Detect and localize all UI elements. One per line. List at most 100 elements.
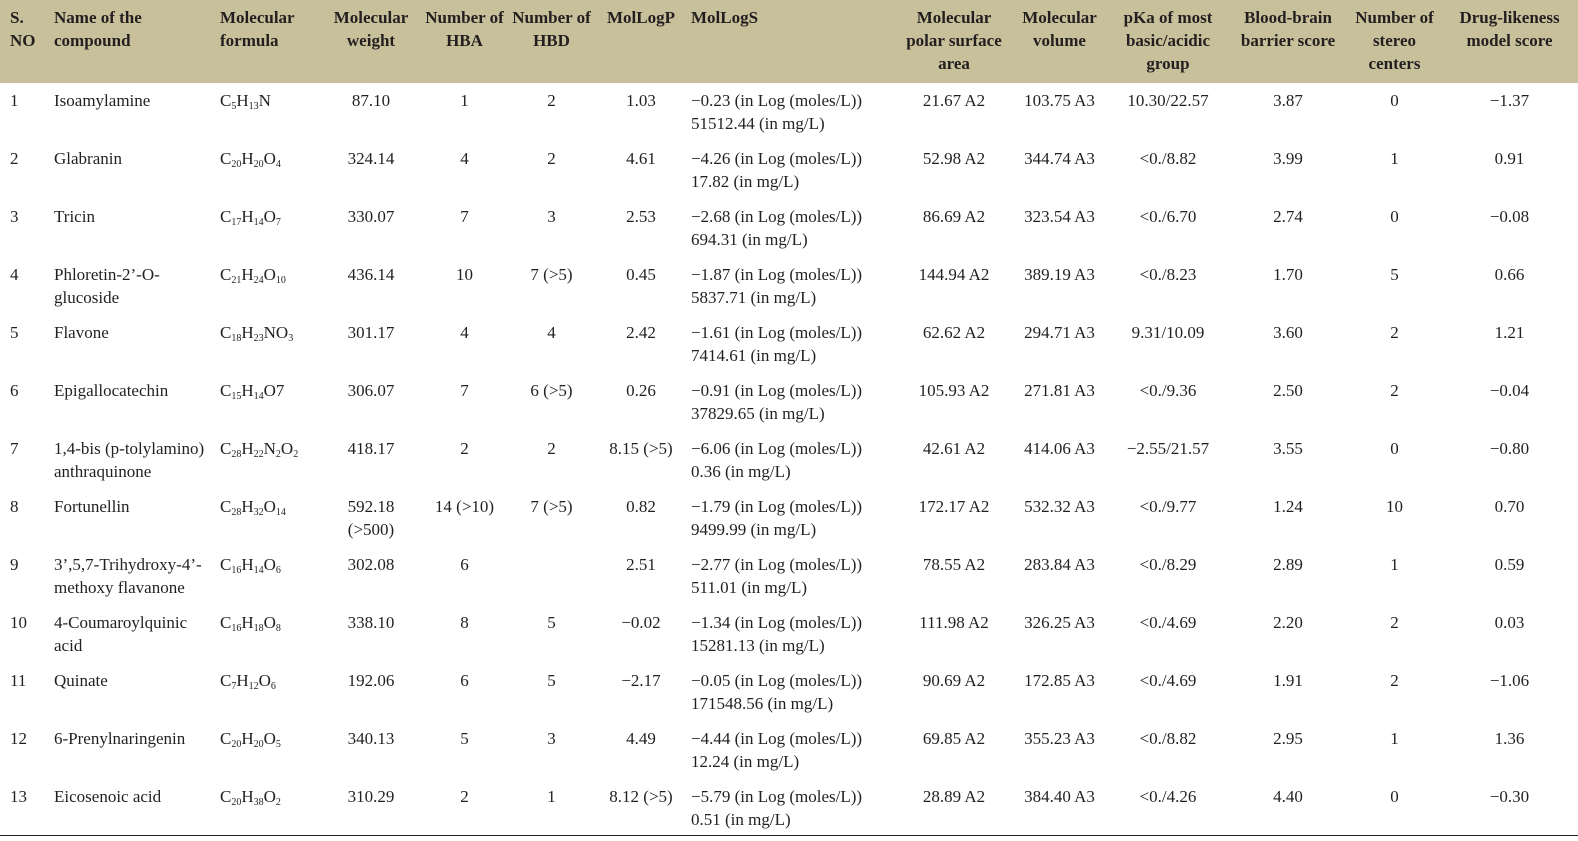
mollogs-log-value: −1.61 (in Log (moles/L)) <box>691 323 863 342</box>
header-cell: Number of stereo centers <box>1355 8 1434 73</box>
header-cell: Blood-brain barrier score <box>1240 8 1336 50</box>
formula-element: O <box>280 439 294 458</box>
formula-subscript: 18 <box>253 623 264 634</box>
drug-cell: 0.59 <box>1494 555 1525 574</box>
mollogs-cell: −2.77 (in Log (moles/L)) 511.01 (in mg/L) <box>687 547 897 605</box>
mw-cell: 324.14 <box>347 149 395 168</box>
formula-cell: C5H13N <box>216 83 321 141</box>
mw-cell: 301.17 <box>347 323 395 342</box>
formula-subscript: 3 <box>288 333 294 344</box>
pka-cell: −2.55/21.57 <box>1126 439 1210 458</box>
formula-element: C <box>220 439 232 458</box>
table-row: 7 1,4-bis (p-tolylamino) anthraquinone C28… <box>0 431 1578 489</box>
vol-cell: 414.06 A3 <box>1024 439 1095 458</box>
formula-element: H <box>241 381 254 400</box>
drug-cell: 0.70 <box>1494 497 1525 516</box>
mollogs-cell: −4.44 (in Log (moles/L)) 12.24 (in mg/L) <box>687 721 897 779</box>
no-cell: 3 <box>10 207 19 226</box>
no-cell: 6 <box>10 381 19 400</box>
formula-element: N <box>263 439 276 458</box>
hbd-cell: 5 <box>547 613 556 632</box>
psa-cell: 28.89 A2 <box>897 779 1011 836</box>
pka-cell: <0./4.26 <box>1108 779 1228 836</box>
formula-cell: C16H14O6 <box>216 547 321 605</box>
mollogs-mg-value: 0.51 (in mg/L) <box>691 810 791 829</box>
mollogs-cell: −6.06 (in Log (moles/L)) 0.36 (in mg/L) <box>687 431 897 489</box>
formula-subscript: 17 <box>231 217 242 228</box>
formula-cell: C28H22N2O2 <box>216 431 321 489</box>
mollogs-cell: −0.23 (in Log (moles/L)) 51512.44 (in mg/… <box>687 83 897 141</box>
formula-subscript: 38 <box>253 797 264 808</box>
formula-element: N <box>258 91 271 110</box>
pka-cell: <0./8.29 <box>1139 555 1197 574</box>
formula-subscript: 20 <box>231 159 242 170</box>
mw-cell: 340.13 <box>347 729 395 748</box>
mw-cell: 87.10 <box>351 91 391 110</box>
psa-cell: 105.93 A2 <box>918 381 990 400</box>
mollogs-log-value: −4.26 (in Log (moles/L)) <box>691 149 863 168</box>
name-cell: Eicosenoic acid <box>50 779 216 836</box>
formula-element: O <box>263 497 276 516</box>
vol-cell: 326.25 A3 <box>1024 613 1095 632</box>
formula-cell: C20H20O5 <box>216 721 321 779</box>
bbb-cell: 3.99 <box>1273 149 1303 168</box>
formula-subscript: 16 <box>231 565 242 576</box>
psa-cell: 21.67 A2 <box>922 91 986 110</box>
mollogs-log-value: −1.34 (in Log (moles/L)) <box>691 613 863 632</box>
pka-cell: <0./9.36 <box>1139 381 1197 400</box>
mollogs-cell: −1.61 (in Log (moles/L)) 7414.61 (in mg/L… <box>687 315 897 373</box>
formula-element: C <box>220 729 232 748</box>
mollogs-log-value: −6.06 (in Log (moles/L)) <box>691 439 863 458</box>
hbd-cell: 6 (>5) <box>530 381 573 400</box>
no-cell: 4 <box>10 265 19 284</box>
psa-cell: 172.17 A2 <box>918 497 990 516</box>
mw-cell: 310.29 <box>321 779 421 836</box>
formula-subscript: 14 <box>275 507 286 518</box>
hbd-cell: 7 (>5) <box>530 265 573 284</box>
name-cell: 1,4-bis (p-tolylamino) anthraquinone <box>54 439 205 481</box>
formula-subscript: 2 <box>275 797 281 808</box>
header-cell: pKa of most basic/acidic group <box>1123 8 1213 73</box>
formula-subscript: 14 <box>253 565 264 576</box>
bbb-cell: 2.20 <box>1273 613 1303 632</box>
table-row: 9 3’,5,7-Trihydroxy-4’-methoxy flavanone C… <box>0 547 1578 605</box>
logp-cell: 0.45 <box>626 265 656 284</box>
formula-subscript: 20 <box>253 159 264 170</box>
drug-cell: −1.06 <box>1489 671 1530 690</box>
mollogs-cell: −1.34 (in Log (moles/L)) 15281.13 (in mg/… <box>687 605 897 663</box>
hba-cell: 5 <box>460 729 469 748</box>
logp-cell: −0.02 <box>621 613 661 632</box>
mw-cell: 330.07 <box>347 207 395 226</box>
table-row: 2 Glabranin C20H20O4 324.14 4 2 4.61 −4.26 (in … <box>0 141 1578 199</box>
logp-cell: 0.82 <box>626 497 656 516</box>
psa-cell: 42.61 A2 <box>922 439 986 458</box>
header-cell: Molecular volume <box>1022 8 1097 50</box>
formula-element: O7 <box>263 381 285 400</box>
drug-cell: 1.21 <box>1494 323 1525 342</box>
formula-subscript: 7 <box>275 217 281 228</box>
hba-cell: 7 <box>460 207 469 226</box>
header-cell: S. NO <box>10 8 36 50</box>
formula-cell: C7H12O6 <box>216 663 321 721</box>
header-cell: Number of HBD <box>512 8 591 50</box>
formula-subscript: 4 <box>275 159 281 170</box>
mollogs-mg-value: 15281.13 (in mg/L) <box>691 636 825 655</box>
hbd-cell: 7 (>5) <box>530 497 573 516</box>
no-cell: 5 <box>10 323 19 342</box>
formula-element: C <box>220 497 232 516</box>
formula-cell: C21H24O10 <box>216 257 321 315</box>
vol-cell: 344.74 A3 <box>1024 149 1095 168</box>
stereo-cell: 5 <box>1390 265 1399 284</box>
mollogs-cell: −5.79 (in Log (moles/L)) 0.51 (in mg/L) <box>687 779 897 836</box>
mollogs-log-value: −0.05 (in Log (moles/L)) <box>691 671 863 690</box>
table-row: 4 Phloretin-2’-O-glucoside C21H24O10 436.14… <box>0 257 1578 315</box>
logp-cell: 1.03 <box>626 91 656 110</box>
header-cell: Drug-likeness model score <box>1459 8 1560 50</box>
mollogs-mg-value: 0.36 (in mg/L) <box>691 462 791 481</box>
table-body: 1 Isoamylamine C5H13N 87.10 1 2 1.03 −0.23 (in … <box>0 83 1578 836</box>
formula-element: C <box>220 787 232 806</box>
vol-cell: 294.71 A3 <box>1024 323 1095 342</box>
logp-cell: 4.49 <box>626 729 656 748</box>
formula-subscript: 23 <box>253 333 264 344</box>
formula-subscript: 20 <box>231 797 242 808</box>
